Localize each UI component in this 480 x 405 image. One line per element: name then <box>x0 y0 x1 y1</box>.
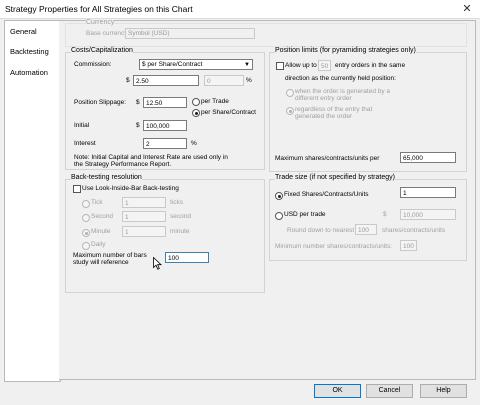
daily-label: Daily <box>91 241 106 248</box>
tick-input: 1 <box>122 197 166 208</box>
tick-radio <box>82 200 90 208</box>
commission-type-value: $ per Share/Contract <box>142 61 203 68</box>
second-input: 1 <box>122 211 166 222</box>
slippage-label: Position Slippage: <box>74 99 127 106</box>
second-radio <box>82 214 90 222</box>
initial-capital-label: Initial <box>74 122 90 129</box>
category-tabs: General Backtesting Automation <box>4 20 61 382</box>
base-currency-value: Symbol (USD) <box>128 30 170 37</box>
usd-dollar-sign: $ <box>383 211 387 218</box>
backtesting-resolution-title: Back-testing resolution <box>71 174 142 181</box>
general-panel: Currency Base currency Symbol (USD) Cost… <box>59 19 476 380</box>
different-entry-radio <box>286 89 294 97</box>
different-entry-line-2: different entry order <box>295 95 352 102</box>
entry-orders-label: entry orders in the same <box>335 62 406 69</box>
commission-type-select[interactable]: $ per Share/Contract ▼ <box>139 59 253 70</box>
daily-radio <box>82 242 90 250</box>
min-shares-label: Minimum number shares/contracts/units: <box>275 243 393 250</box>
commission-label: Commission: <box>74 61 112 68</box>
initial-dollar-sign: $ <box>136 122 140 129</box>
minute-radio <box>82 229 90 237</box>
tab-backtesting[interactable]: Backtesting <box>5 42 60 62</box>
max-shares-input[interactable]: 65,000 <box>400 152 456 163</box>
tick-unit-label: ticks <box>170 199 183 206</box>
tab-automation[interactable]: Automation <box>5 63 60 83</box>
commission-percent-input: 0 <box>204 75 244 86</box>
round-down-input: 100 <box>355 224 377 235</box>
look-inside-bar-checkbox[interactable] <box>73 185 81 193</box>
commission-percent-sign: % <box>246 77 252 84</box>
trade-size-title: Trade size (if not specified by strategy… <box>275 174 395 181</box>
slippage-dollar-sign: $ <box>136 99 140 106</box>
direction-label: direction as the currently held position… <box>285 75 396 82</box>
tab-general[interactable]: General <box>5 22 60 42</box>
note-line-2: the Strategy Performance Report. <box>74 161 172 168</box>
base-currency-select: Symbol (USD) <box>125 28 255 39</box>
help-button[interactable]: Help <box>420 384 467 398</box>
fixed-shares-label: Fixed Shares/Contracts/Units <box>284 191 369 198</box>
per-share-radio[interactable] <box>192 109 200 117</box>
chevron-down-icon: ▼ <box>244 62 250 68</box>
allow-up-to-label: Allow up to <box>285 62 317 69</box>
regardless-entry-line-2: generated the order <box>295 113 353 120</box>
cancel-button[interactable]: Cancel <box>366 384 413 398</box>
regardless-entry-radio <box>286 107 294 115</box>
min-shares-input: 100 <box>400 240 417 251</box>
interest-input[interactable]: 2 <box>143 138 187 149</box>
title-bar: Strategy Properties for All Strategies o… <box>0 0 480 19</box>
second-label: Second <box>91 213 114 220</box>
regardless-entry-line-1: regardless of the entry that <box>295 106 373 113</box>
slippage-input[interactable]: 12.50 <box>143 97 187 108</box>
max-bars-input[interactable]: 100 <box>165 252 209 263</box>
minute-input: 1 <box>122 226 166 237</box>
per-trade-radio[interactable] <box>192 98 200 106</box>
fixed-shares-radio[interactable] <box>275 192 283 200</box>
close-icon[interactable]: ✕ <box>460 2 474 16</box>
allow-up-to-input: 50 <box>318 60 331 71</box>
base-currency-label: Base currency <box>86 30 128 37</box>
interest-percent-sign: % <box>191 140 197 147</box>
per-trade-label: per Trade <box>201 98 229 105</box>
window-title: Strategy Properties for All Strategies o… <box>5 4 193 14</box>
per-share-label: per Share/Contract <box>201 109 256 116</box>
minute-unit-label: minute <box>170 228 190 235</box>
max-bars-line-2: study will reference <box>73 259 129 266</box>
usd-per-trade-radio[interactable] <box>275 212 283 220</box>
tick-label: Tick <box>91 199 103 206</box>
commission-dollar-sign: $ <box>126 77 130 84</box>
usd-per-trade-input: 10,000 <box>400 209 456 220</box>
fixed-shares-input[interactable]: 1 <box>400 187 456 198</box>
max-shares-label: Maximum shares/contracts/units per <box>275 155 380 162</box>
look-inside-bar-label: Use Look-Inside-Bar Back-testing <box>82 185 179 192</box>
initial-capital-input[interactable]: 100,000 <box>143 120 187 131</box>
currency-section-title: Currency <box>86 19 115 26</box>
minute-label: Minute <box>91 228 111 235</box>
mouse-pointer-icon <box>153 257 162 270</box>
round-down-label: Round down to nearest <box>287 227 355 234</box>
usd-per-trade-label: USD per trade <box>284 211 326 218</box>
max-bars-line-1: Maximum number of bars <box>73 252 147 259</box>
interest-label: Interest <box>74 140 96 147</box>
round-down-unit: shares/contracts/units <box>382 227 446 234</box>
note-line-1: Note: Initial Capital and Interest Rate … <box>74 154 228 161</box>
second-unit-label: second <box>170 213 191 220</box>
commission-amount-input[interactable]: 2.50 <box>133 75 199 86</box>
ok-button[interactable]: OK <box>314 384 361 398</box>
costs-section-title: Costs/Capitalization <box>71 47 133 54</box>
allow-pyramiding-checkbox[interactable] <box>276 62 284 70</box>
different-entry-line-1: when the order is generated by a <box>295 88 391 95</box>
position-limits-section-title: Position limits (for pyramiding strategi… <box>275 47 416 54</box>
